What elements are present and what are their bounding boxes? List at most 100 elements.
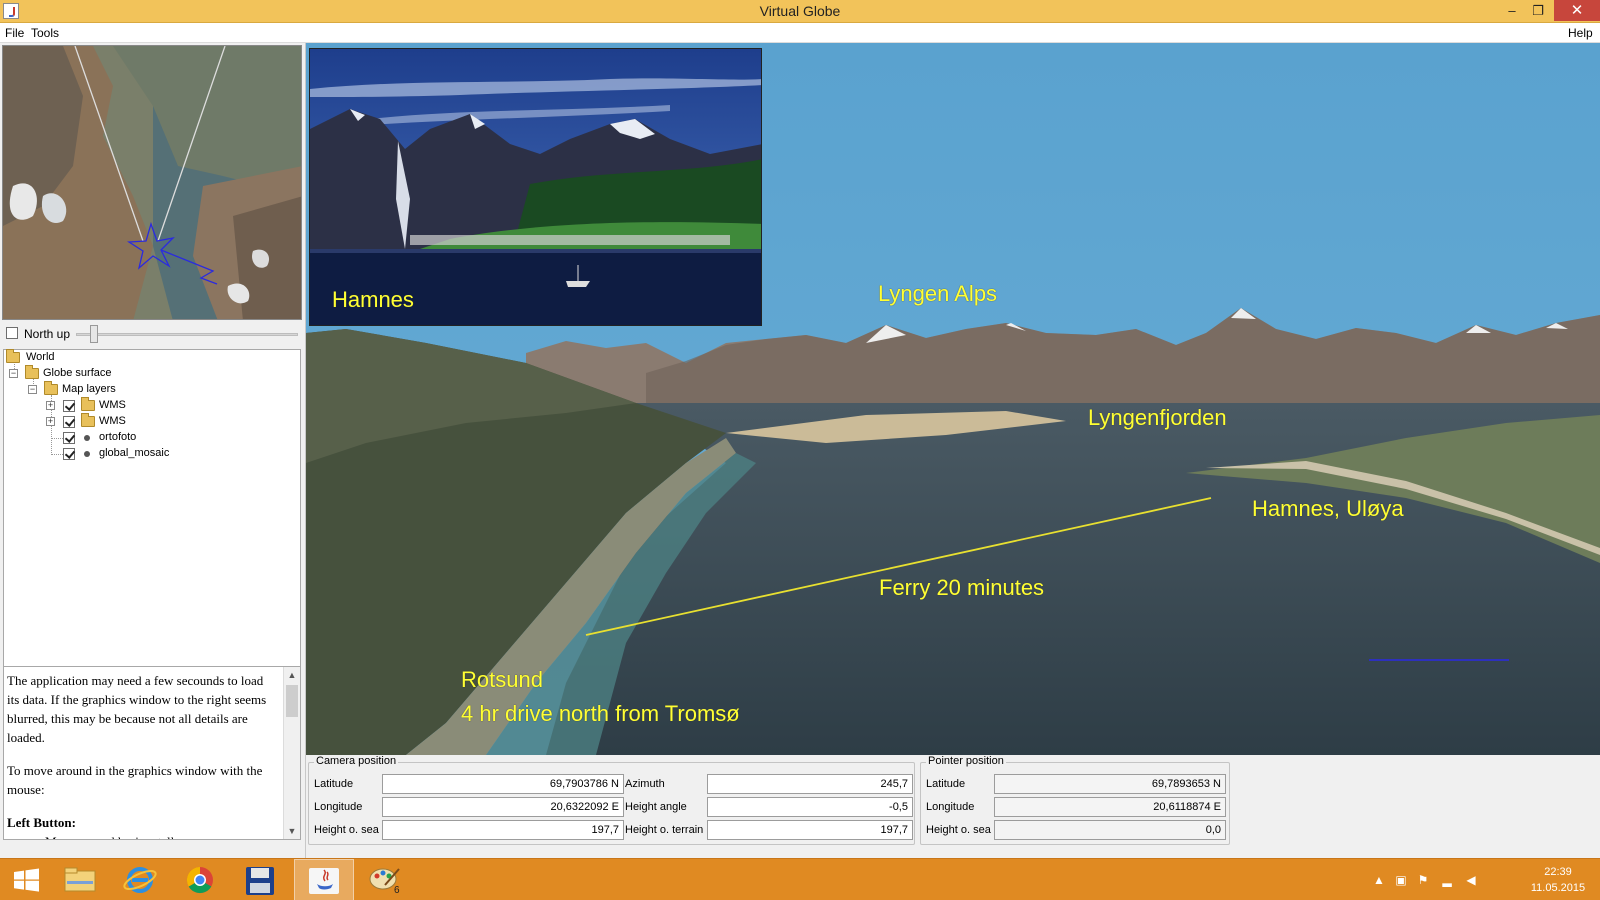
label-hamnes-photo: Hamnes [332, 287, 414, 312]
expand-icon[interactable]: + [46, 401, 55, 410]
taskbar-chrome[interactable] [170, 859, 230, 900]
tray-signal-icon[interactable]: ▂ [1440, 873, 1454, 887]
folder-icon [44, 381, 58, 395]
label-lyngenfjorden: Lyngenfjorden [1088, 405, 1227, 430]
taskbar-save-app[interactable] [230, 859, 290, 900]
layer-checkbox-global-mosaic[interactable] [63, 448, 75, 460]
folder-icon [81, 413, 95, 427]
folder-icon [6, 349, 20, 363]
label-lyngen-alps: Lyngen Alps [878, 281, 998, 306]
layer-dot-icon [84, 435, 90, 441]
collapse-icon[interactable]: − [28, 385, 37, 394]
layer-dot-icon [84, 451, 90, 457]
camera-height-angle-field[interactable]: -0,5 [707, 797, 913, 817]
scroll-up-icon[interactable]: ▲ [284, 667, 300, 683]
close-button[interactable]: ✕ [1554, 0, 1600, 21]
north-up-row: North up [6, 325, 301, 345]
folder-icon [25, 365, 39, 379]
camera-height-terrain-field[interactable]: 197,7 [707, 820, 913, 840]
label-hamnes-uloya: Hamnes, Uløya [1252, 496, 1404, 521]
camera-longitude-row: Longitude 20,6322092 E [314, 797, 626, 817]
pointer-height-sea-field: 0,0 [994, 820, 1226, 840]
taskbar-java-app[interactable] [294, 859, 354, 900]
status-panel: Camera position Latitude 69,7903786 N Lo… [306, 755, 1600, 858]
tree-node-global-mosaic[interactable]: global_mosaic [46, 446, 206, 462]
camera-height-sea-field[interactable]: 197,7 [382, 820, 624, 840]
layer-checkbox-wms-2[interactable] [63, 416, 75, 428]
camera-latitude-row: Latitude 69,7903786 N [314, 774, 626, 794]
help-text-panel: The application may need a few secounds … [3, 666, 301, 840]
folder-icon [81, 397, 95, 411]
overview-map[interactable] [2, 45, 302, 320]
layer-tree: World − Globe surface − Map layers + WMS… [3, 349, 301, 674]
maximize-button[interactable]: ❐ [1525, 0, 1551, 21]
help-paragraph-loading: The application may need a few secounds … [7, 673, 267, 745]
camera-azimuth-row: Azimuth 245,7 [625, 774, 913, 794]
scroll-thumb[interactable] [286, 685, 298, 717]
tree-node-ortofoto[interactable]: ortofoto [46, 430, 186, 446]
camera-position-legend: Camera position [314, 755, 399, 767]
north-up-label: North up [24, 327, 71, 341]
globe-3d-view[interactable]: Hamnes Lyngen Alps Lyngenfjorden Hamnes,… [306, 43, 1600, 755]
tray-volume-icon[interactable]: ◀ [1464, 873, 1478, 887]
menu-tools[interactable]: Tools [31, 26, 59, 40]
clock-time: 22:39 [1544, 866, 1572, 878]
camera-position-group: Camera position Latitude 69,7903786 N Lo… [308, 755, 915, 845]
camera-longitude-field[interactable]: 20,6322092 E [382, 797, 624, 817]
camera-height-terrain-row: Height o. terrain 197,7 [625, 820, 913, 840]
camera-azimuth-field[interactable]: 245,7 [707, 774, 913, 794]
paint-palette-icon [369, 868, 400, 890]
camera-height-angle-row: Height angle -0,5 [625, 797, 913, 817]
label-ferry: Ferry 20 minutes [879, 575, 1045, 600]
hamnes-photo-image [310, 49, 761, 325]
tray-flag-icon[interactable]: ⚑ [1416, 873, 1430, 887]
floppy-disk-icon [246, 867, 274, 895]
taskbar-internet-explorer[interactable] [110, 859, 170, 900]
pointer-height-sea-row: Height o. sea 0,0 [926, 820, 1226, 840]
north-up-checkbox[interactable] [6, 327, 18, 339]
label-rotsund: Rotsund [461, 667, 543, 692]
layer-checkbox-wms-1[interactable] [63, 400, 75, 412]
menu-file[interactable]: File [5, 26, 24, 40]
zoom-slider-track[interactable] [76, 333, 298, 336]
help-paragraph-mouse: To move around in the graphics window wi… [7, 763, 263, 797]
camera-latitude-field[interactable]: 69,7903786 N [382, 774, 624, 794]
help-scrollbar[interactable]: ▲ ▼ [283, 667, 300, 839]
java-icon [309, 868, 339, 894]
tree-node-wms-2[interactable]: + WMS [46, 413, 186, 430]
label-drive-time: 4 hr drive north from Tromsø [461, 701, 740, 726]
menu-bar: File Tools Help [0, 23, 1600, 43]
window-title: Virtual Globe [759, 3, 841, 19]
layer-checkbox-ortofoto[interactable] [63, 432, 75, 444]
hamnes-photo: Hamnes [309, 48, 762, 326]
left-panel: North up World − Globe surface − Map lay… [0, 43, 306, 858]
minimize-button[interactable]: – [1499, 0, 1525, 21]
folder-explorer-icon [64, 867, 96, 892]
scroll-down-icon[interactable]: ▼ [284, 823, 300, 839]
camera-height-sea-row: Height o. sea 197,7 [314, 820, 626, 840]
paint-window-count: 6 [394, 885, 400, 896]
taskbar-file-explorer[interactable] [50, 859, 110, 900]
clock-date: 11.05.2015 [1530, 882, 1586, 894]
taskbar-paint-app[interactable]: 6 [355, 859, 415, 900]
pointer-latitude-row: Latitude 69,7893653 N [926, 774, 1226, 794]
expand-icon[interactable]: + [46, 417, 55, 426]
menu-help[interactable]: Help [1568, 26, 1593, 40]
internet-explorer-icon [123, 867, 157, 893]
help-left-button-title: Left Button: [7, 815, 76, 830]
zoom-slider-thumb[interactable] [90, 325, 98, 343]
pointer-position-group: Pointer position Latitude 69,7893653 N L… [920, 755, 1230, 845]
tree-node-wms-1[interactable]: + WMS [46, 397, 186, 414]
help-left-button-desc: Move around horizontally [7, 832, 277, 839]
tree-node-globe-surface[interactable]: − Globe surface [9, 365, 149, 382]
pointer-longitude-row: Longitude 20,6118874 E [926, 797, 1226, 817]
tray-expand-icon[interactable]: ▲ [1372, 873, 1386, 887]
pointer-longitude-field: 20,6118874 E [994, 797, 1226, 817]
taskbar-clock[interactable]: 22:39 11.05.2015 [1520, 864, 1596, 896]
tray-device-icon[interactable]: ▣ [1394, 873, 1408, 887]
collapse-icon[interactable]: − [9, 369, 18, 378]
overview-map-image [3, 46, 301, 319]
tree-node-world[interactable]: World [6, 349, 126, 366]
taskbar: 6 ▲ ▣ ⚑ ▂ ◀ 22:39 11.05.2015 [0, 858, 1600, 900]
tree-node-map-layers[interactable]: − Map layers [28, 381, 168, 398]
